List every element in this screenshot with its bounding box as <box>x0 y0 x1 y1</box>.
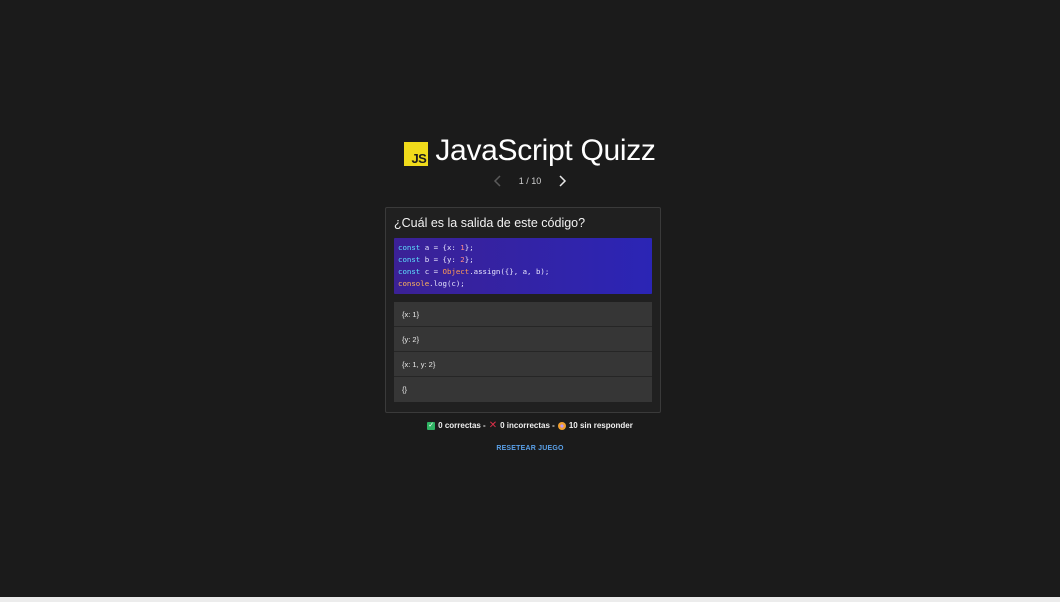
score-summary: ✓ 0 correctas - ✕ 0 incorrectas - 10 sin… <box>0 419 1060 431</box>
correct-count: 0 correctas - <box>438 421 486 430</box>
header: JS JavaScript Quizz <box>0 134 1060 168</box>
quiz-page: JS JavaScript Quizz 1 / 10 ¿Cuál es la s… <box>0 0 1060 602</box>
answer-option-1[interactable]: {x: 1} <box>394 302 652 327</box>
question-text: ¿Cuál es la salida de este código? <box>394 216 586 230</box>
next-question-button[interactable] <box>553 172 571 190</box>
question-counter: 1 / 10 <box>518 176 542 186</box>
answer-option-2[interactable]: {y: 2} <box>394 327 652 352</box>
answer-option-3[interactable]: {x: 1, y: 2} <box>394 352 652 377</box>
reset-game-button[interactable]: RESETEAR JUEGO <box>0 445 1060 452</box>
chevron-left-icon <box>493 175 501 187</box>
cross-icon: ✕ <box>488 419 498 431</box>
js-logo-icon: JS <box>404 142 429 166</box>
code-line-4: console.log(c); <box>398 279 465 288</box>
incorrect-count: 0 incorrectas - <box>500 421 555 430</box>
question-card: ¿Cuál es la salida de este código? const… <box>385 207 661 413</box>
code-block: const a = {x: 1}; const b = {y: 2}; const … <box>394 238 652 294</box>
code-line-3: const c = Object.assign({}, a, b); <box>398 267 550 276</box>
answer-options: {x: 1} {y: 2} {x: 1, y: 2} {} <box>394 302 652 402</box>
chevron-right-icon <box>559 175 567 187</box>
page-title: JavaScript Quizz <box>435 134 656 167</box>
unanswered-count: 10 sin responder <box>568 421 633 430</box>
bottom-strip <box>0 597 1060 602</box>
answer-option-4[interactable]: {} <box>394 377 652 402</box>
pending-icon <box>557 421 566 430</box>
question-pager: 1 / 10 <box>0 172 1060 190</box>
check-icon: ✓ <box>427 421 436 430</box>
code-line-2: const b = {y: 2}; <box>398 255 474 264</box>
previous-question-button[interactable] <box>489 172 507 190</box>
code-line-1: const a = {x: 1}; <box>398 243 474 252</box>
